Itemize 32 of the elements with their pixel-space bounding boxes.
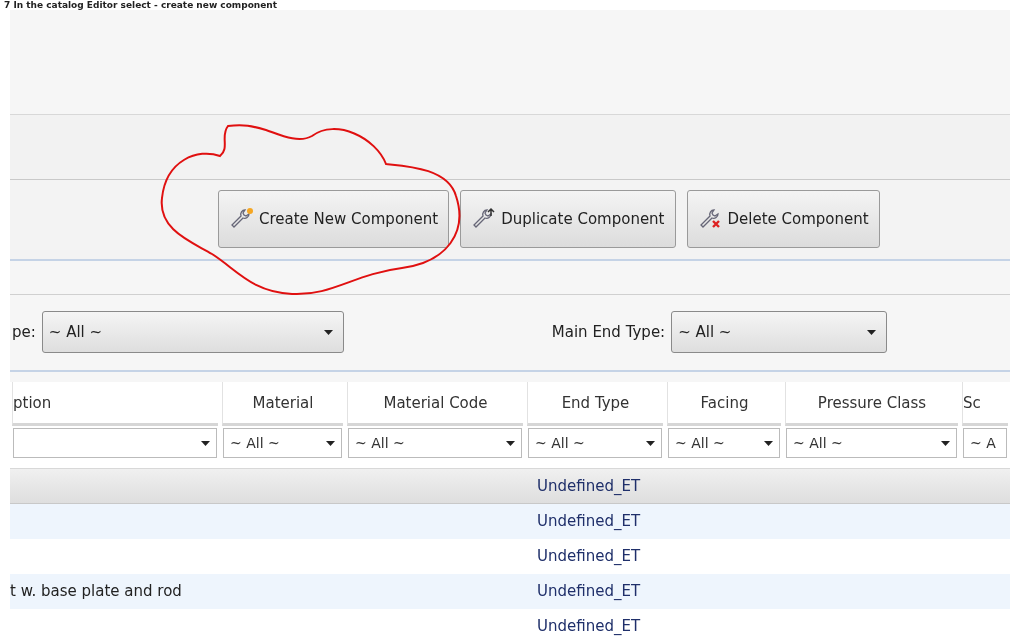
table-cell-text: Undefined_ET: [536, 617, 642, 635]
dropdown-arrow-icon: [764, 440, 773, 446]
filter-dropdown[interactable]: ~ All ~: [41, 311, 344, 354]
filter-label: pe:: [12, 323, 36, 342]
filter-label: Main End Type:: [551, 323, 666, 342]
dropdown-arrow-icon: [201, 440, 210, 446]
delete-button[interactable]: Delete Component: [686, 190, 880, 249]
table-cell-text: Undefined_ET: [536, 512, 642, 530]
table-cell-text: Undefined_ET: [536, 547, 642, 565]
column-filter-dropdown[interactable]: ~ All ~: [223, 428, 342, 458]
dropdown-arrow-icon: [506, 440, 515, 446]
column-filter-dropdown[interactable]: [13, 428, 217, 458]
table-cell-text: Undefined_ET: [536, 477, 642, 495]
column-filter-dropdown[interactable]: ~ A: [963, 428, 1007, 458]
column-filter-dropdown[interactable]: ~ All ~: [786, 428, 957, 458]
table-row[interactable]: Undefined_ET: [10, 469, 1010, 504]
filter-dropdown[interactable]: ~ All ~: [671, 311, 888, 354]
dropdown-arrow-icon: [326, 440, 335, 446]
dropdown-arrow-icon: [323, 329, 333, 335]
duplicate-button[interactable]: Duplicate Component: [460, 190, 676, 249]
table-row[interactable]: t w. base plate and rod Undefined_ET: [10, 574, 1010, 609]
caption: 7 In the catalog Editor select - create new component: [3, 0, 279, 10]
dropdown-arrow-icon: [941, 440, 950, 446]
column-filter-dropdown[interactable]: ~ All ~: [528, 428, 662, 458]
column-filter-dropdown[interactable]: ~ All ~: [668, 428, 780, 458]
table-cell-text: Undefined_ET: [536, 582, 642, 600]
table-row[interactable]: Undefined_ET: [10, 504, 1010, 539]
dropdown-arrow-icon: [646, 440, 655, 446]
table-cell-text: t w. base plate and rod: [10, 582, 183, 600]
column-filter-dropdown[interactable]: ~ All ~: [348, 428, 522, 458]
create-button[interactable]: Create New Component: [218, 190, 450, 249]
dropdown-arrow-icon: [867, 329, 877, 335]
